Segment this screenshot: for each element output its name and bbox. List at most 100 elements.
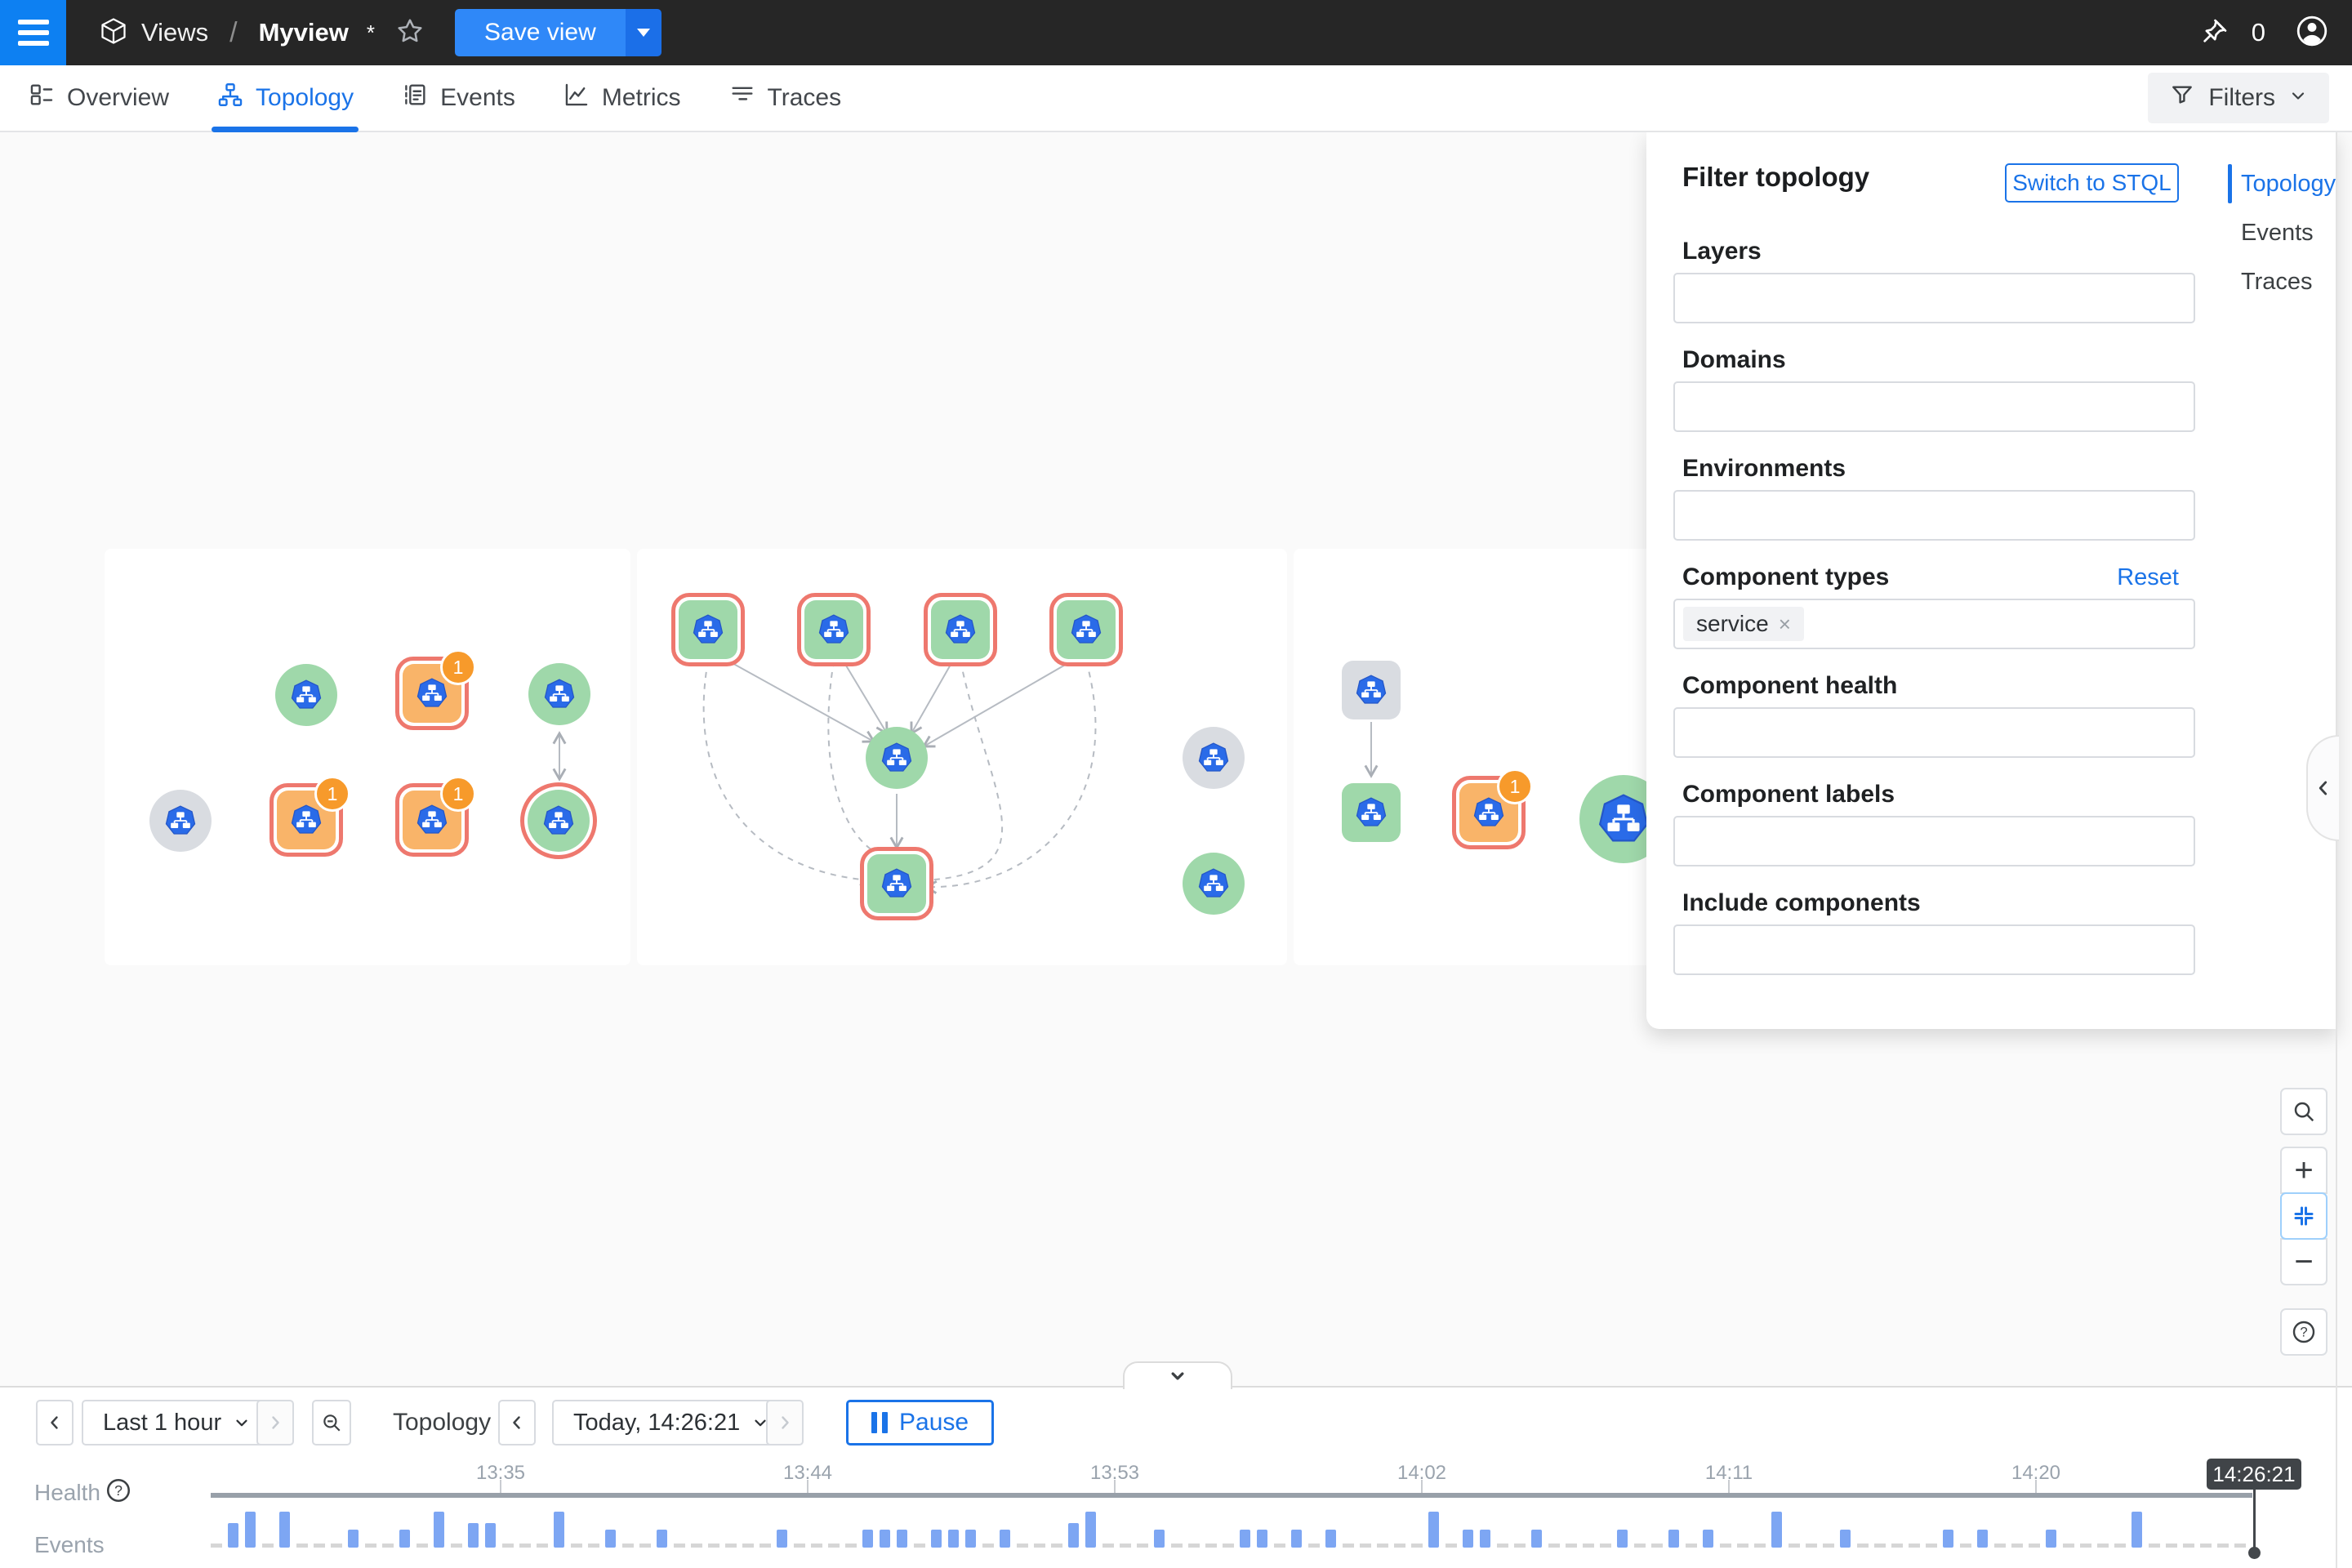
field-input-domains[interactable] xyxy=(1673,381,2195,432)
event-bar[interactable] xyxy=(1068,1523,1079,1548)
tab-topology[interactable]: Topology xyxy=(216,65,354,131)
field-input-environments[interactable] xyxy=(1673,490,2195,541)
field-input-include-components[interactable] xyxy=(1673,924,2195,975)
time-dropdown[interactable]: Today, 14:26:21 xyxy=(552,1400,791,1446)
event-bar[interactable] xyxy=(1531,1530,1542,1548)
time-back-button[interactable] xyxy=(498,1400,536,1446)
event-bar[interactable] xyxy=(485,1523,496,1548)
save-view-dropdown-arrow[interactable] xyxy=(626,9,662,56)
star-icon[interactable] xyxy=(394,16,425,51)
avatar-icon[interactable] xyxy=(2295,14,2329,52)
reset-link[interactable]: Reset xyxy=(2117,563,2179,592)
current-time-line[interactable] xyxy=(2253,1490,2256,1552)
pause-button[interactable]: Pause xyxy=(846,1400,994,1446)
topology-node-green-alert[interactable] xyxy=(520,782,597,859)
filters-button[interactable]: Filters xyxy=(2148,73,2329,123)
topology-node-gray[interactable] xyxy=(149,790,212,852)
event-bar[interactable] xyxy=(1085,1512,1096,1548)
event-bar[interactable] xyxy=(434,1512,444,1548)
current-time-dot[interactable] xyxy=(2248,1547,2261,1559)
field-input-component-types[interactable]: service× xyxy=(1673,599,2195,649)
event-bar[interactable] xyxy=(1668,1530,1679,1548)
topology-node-green-alert[interactable] xyxy=(924,593,997,666)
tab-traces[interactable]: Traces xyxy=(728,65,842,131)
event-bar[interactable] xyxy=(1000,1530,1010,1548)
event-bar[interactable] xyxy=(1943,1530,1953,1548)
topology-node-green[interactable] xyxy=(866,727,928,789)
event-bar[interactable] xyxy=(1428,1512,1439,1548)
event-bar[interactable] xyxy=(1840,1530,1851,1548)
event-bar[interactable] xyxy=(1257,1530,1267,1548)
topology-node-orange-alert[interactable]: 1 xyxy=(1452,776,1526,849)
topology-node-green[interactable] xyxy=(1183,853,1245,915)
event-bar[interactable] xyxy=(1703,1530,1713,1548)
event-bar[interactable] xyxy=(880,1530,890,1548)
save-view-button[interactable]: Save view xyxy=(455,9,626,56)
topology-node-green[interactable] xyxy=(275,664,337,726)
topology-node-green[interactable] xyxy=(528,663,590,725)
hamburger-menu-icon[interactable] xyxy=(0,0,66,65)
tab-events[interactable]: Events xyxy=(401,65,515,131)
time-forward-button[interactable] xyxy=(766,1400,804,1446)
chip-remove-icon[interactable]: × xyxy=(1779,612,1791,637)
field-input-component-health[interactable] xyxy=(1673,707,2195,758)
event-bar[interactable] xyxy=(1325,1530,1336,1548)
field-input-layers[interactable] xyxy=(1673,273,2195,323)
tab-overview[interactable]: Overview xyxy=(28,65,169,131)
timeline-zoom-out-button[interactable] xyxy=(312,1400,351,1446)
tab-metrics[interactable]: Metrics xyxy=(563,65,681,131)
collapse-panel-handle[interactable] xyxy=(2306,735,2339,841)
breadcrumb-views[interactable]: Views xyxy=(141,18,208,47)
event-bar[interactable] xyxy=(1154,1530,1165,1548)
event-bar[interactable] xyxy=(245,1512,256,1548)
event-bar[interactable] xyxy=(2132,1512,2142,1548)
event-bar[interactable] xyxy=(1480,1530,1490,1548)
event-bar[interactable] xyxy=(468,1523,479,1548)
time-range-dropdown[interactable]: Last 1 hour xyxy=(82,1400,272,1446)
event-bar[interactable] xyxy=(931,1530,942,1548)
field-input-component-labels[interactable] xyxy=(1673,816,2195,866)
time-range-forward-button[interactable] xyxy=(256,1400,294,1446)
event-bar[interactable] xyxy=(399,1530,410,1548)
topology-node-orange-alert[interactable]: 1 xyxy=(395,783,469,857)
search-topology-button[interactable] xyxy=(2280,1088,2328,1135)
zoom-in-button[interactable]: + xyxy=(2280,1147,2328,1194)
fit-to-screen-button[interactable] xyxy=(2280,1192,2328,1240)
event-bar[interactable] xyxy=(228,1523,238,1548)
event-bar[interactable] xyxy=(1771,1512,1782,1548)
side-nav-item-events[interactable]: Events xyxy=(2241,216,2314,249)
event-bar[interactable] xyxy=(1977,1530,1988,1548)
event-bar[interactable] xyxy=(2046,1530,2056,1548)
switch-to-stql-button[interactable]: Switch to STQL xyxy=(2005,163,2179,203)
event-bar[interactable] xyxy=(1240,1530,1250,1548)
event-bar[interactable] xyxy=(965,1530,976,1548)
event-bar[interactable] xyxy=(948,1530,959,1548)
health-help-icon[interactable]: ? xyxy=(105,1477,132,1508)
topology-node-green-alert[interactable] xyxy=(1049,593,1123,666)
topology-node-gray[interactable] xyxy=(1342,661,1401,719)
topology-node-green-alert[interactable] xyxy=(797,593,871,666)
health-state-stripe[interactable] xyxy=(211,1493,2252,1498)
event-bar[interactable] xyxy=(554,1512,564,1548)
topology-node-orange-alert[interactable]: 1 xyxy=(270,783,343,857)
help-button[interactable]: ? xyxy=(2280,1308,2328,1356)
event-bar[interactable] xyxy=(1291,1530,1302,1548)
event-bar[interactable] xyxy=(897,1530,907,1548)
topology-node-green-alert[interactable] xyxy=(671,593,745,666)
event-bar[interactable] xyxy=(862,1530,873,1548)
topology-node-orange-alert[interactable]: 1 xyxy=(395,657,469,730)
event-bar[interactable] xyxy=(605,1530,616,1548)
side-nav-item-topology[interactable]: Topology xyxy=(2241,167,2336,200)
collapse-timeline-handle[interactable] xyxy=(1123,1361,1232,1389)
side-nav-item-traces[interactable]: Traces xyxy=(2241,265,2313,298)
zoom-out-button[interactable]: − xyxy=(2280,1238,2328,1285)
pin-icon[interactable] xyxy=(2199,16,2230,51)
topology-node-green[interactable] xyxy=(1342,783,1401,842)
event-bar[interactable] xyxy=(1463,1530,1473,1548)
event-bar[interactable] xyxy=(777,1530,787,1548)
event-bar[interactable] xyxy=(1617,1530,1628,1548)
topology-node-gray[interactable] xyxy=(1183,727,1245,789)
topology-node-green-alert[interactable] xyxy=(860,847,933,920)
event-bar[interactable] xyxy=(657,1530,667,1548)
event-bar[interactable] xyxy=(348,1530,359,1548)
